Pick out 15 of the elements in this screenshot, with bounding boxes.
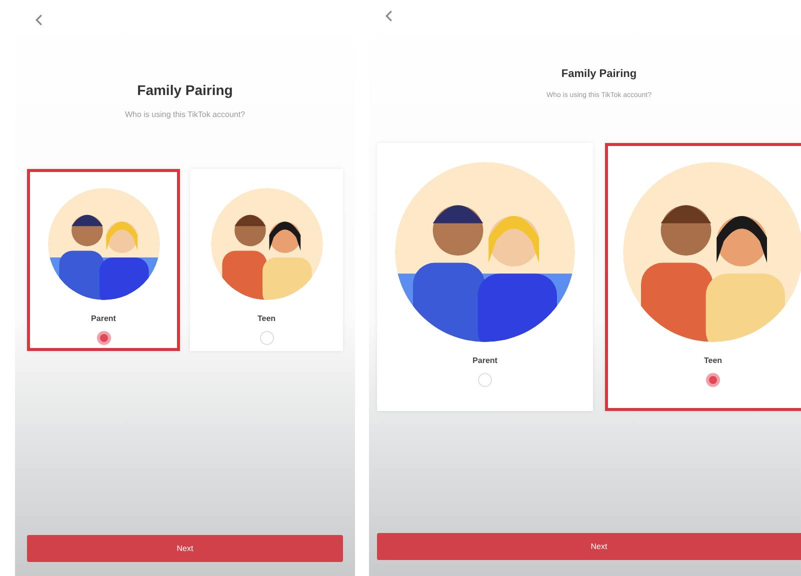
option-card[interactable]: Teen bbox=[190, 169, 343, 351]
next-button[interactable]: Next bbox=[27, 535, 343, 562]
screen-subtitle: Who is using this TikTok account? bbox=[124, 110, 246, 119]
radio-button[interactable] bbox=[260, 331, 274, 345]
radio-button[interactable] bbox=[706, 373, 720, 387]
next-button[interactable]: Next bbox=[377, 533, 801, 560]
back-icon[interactable] bbox=[35, 14, 43, 26]
option-card[interactable]: Parent bbox=[377, 143, 593, 411]
screen-title: Family Pairing bbox=[137, 82, 233, 98]
option-card[interactable]: Parent bbox=[27, 169, 180, 351]
radio-button[interactable] bbox=[96, 331, 110, 345]
option-card[interactable]: Teen bbox=[605, 143, 801, 411]
screen-title: Family Pairing bbox=[561, 68, 637, 80]
back-icon[interactable] bbox=[385, 10, 393, 22]
radio-button[interactable] bbox=[478, 373, 492, 387]
